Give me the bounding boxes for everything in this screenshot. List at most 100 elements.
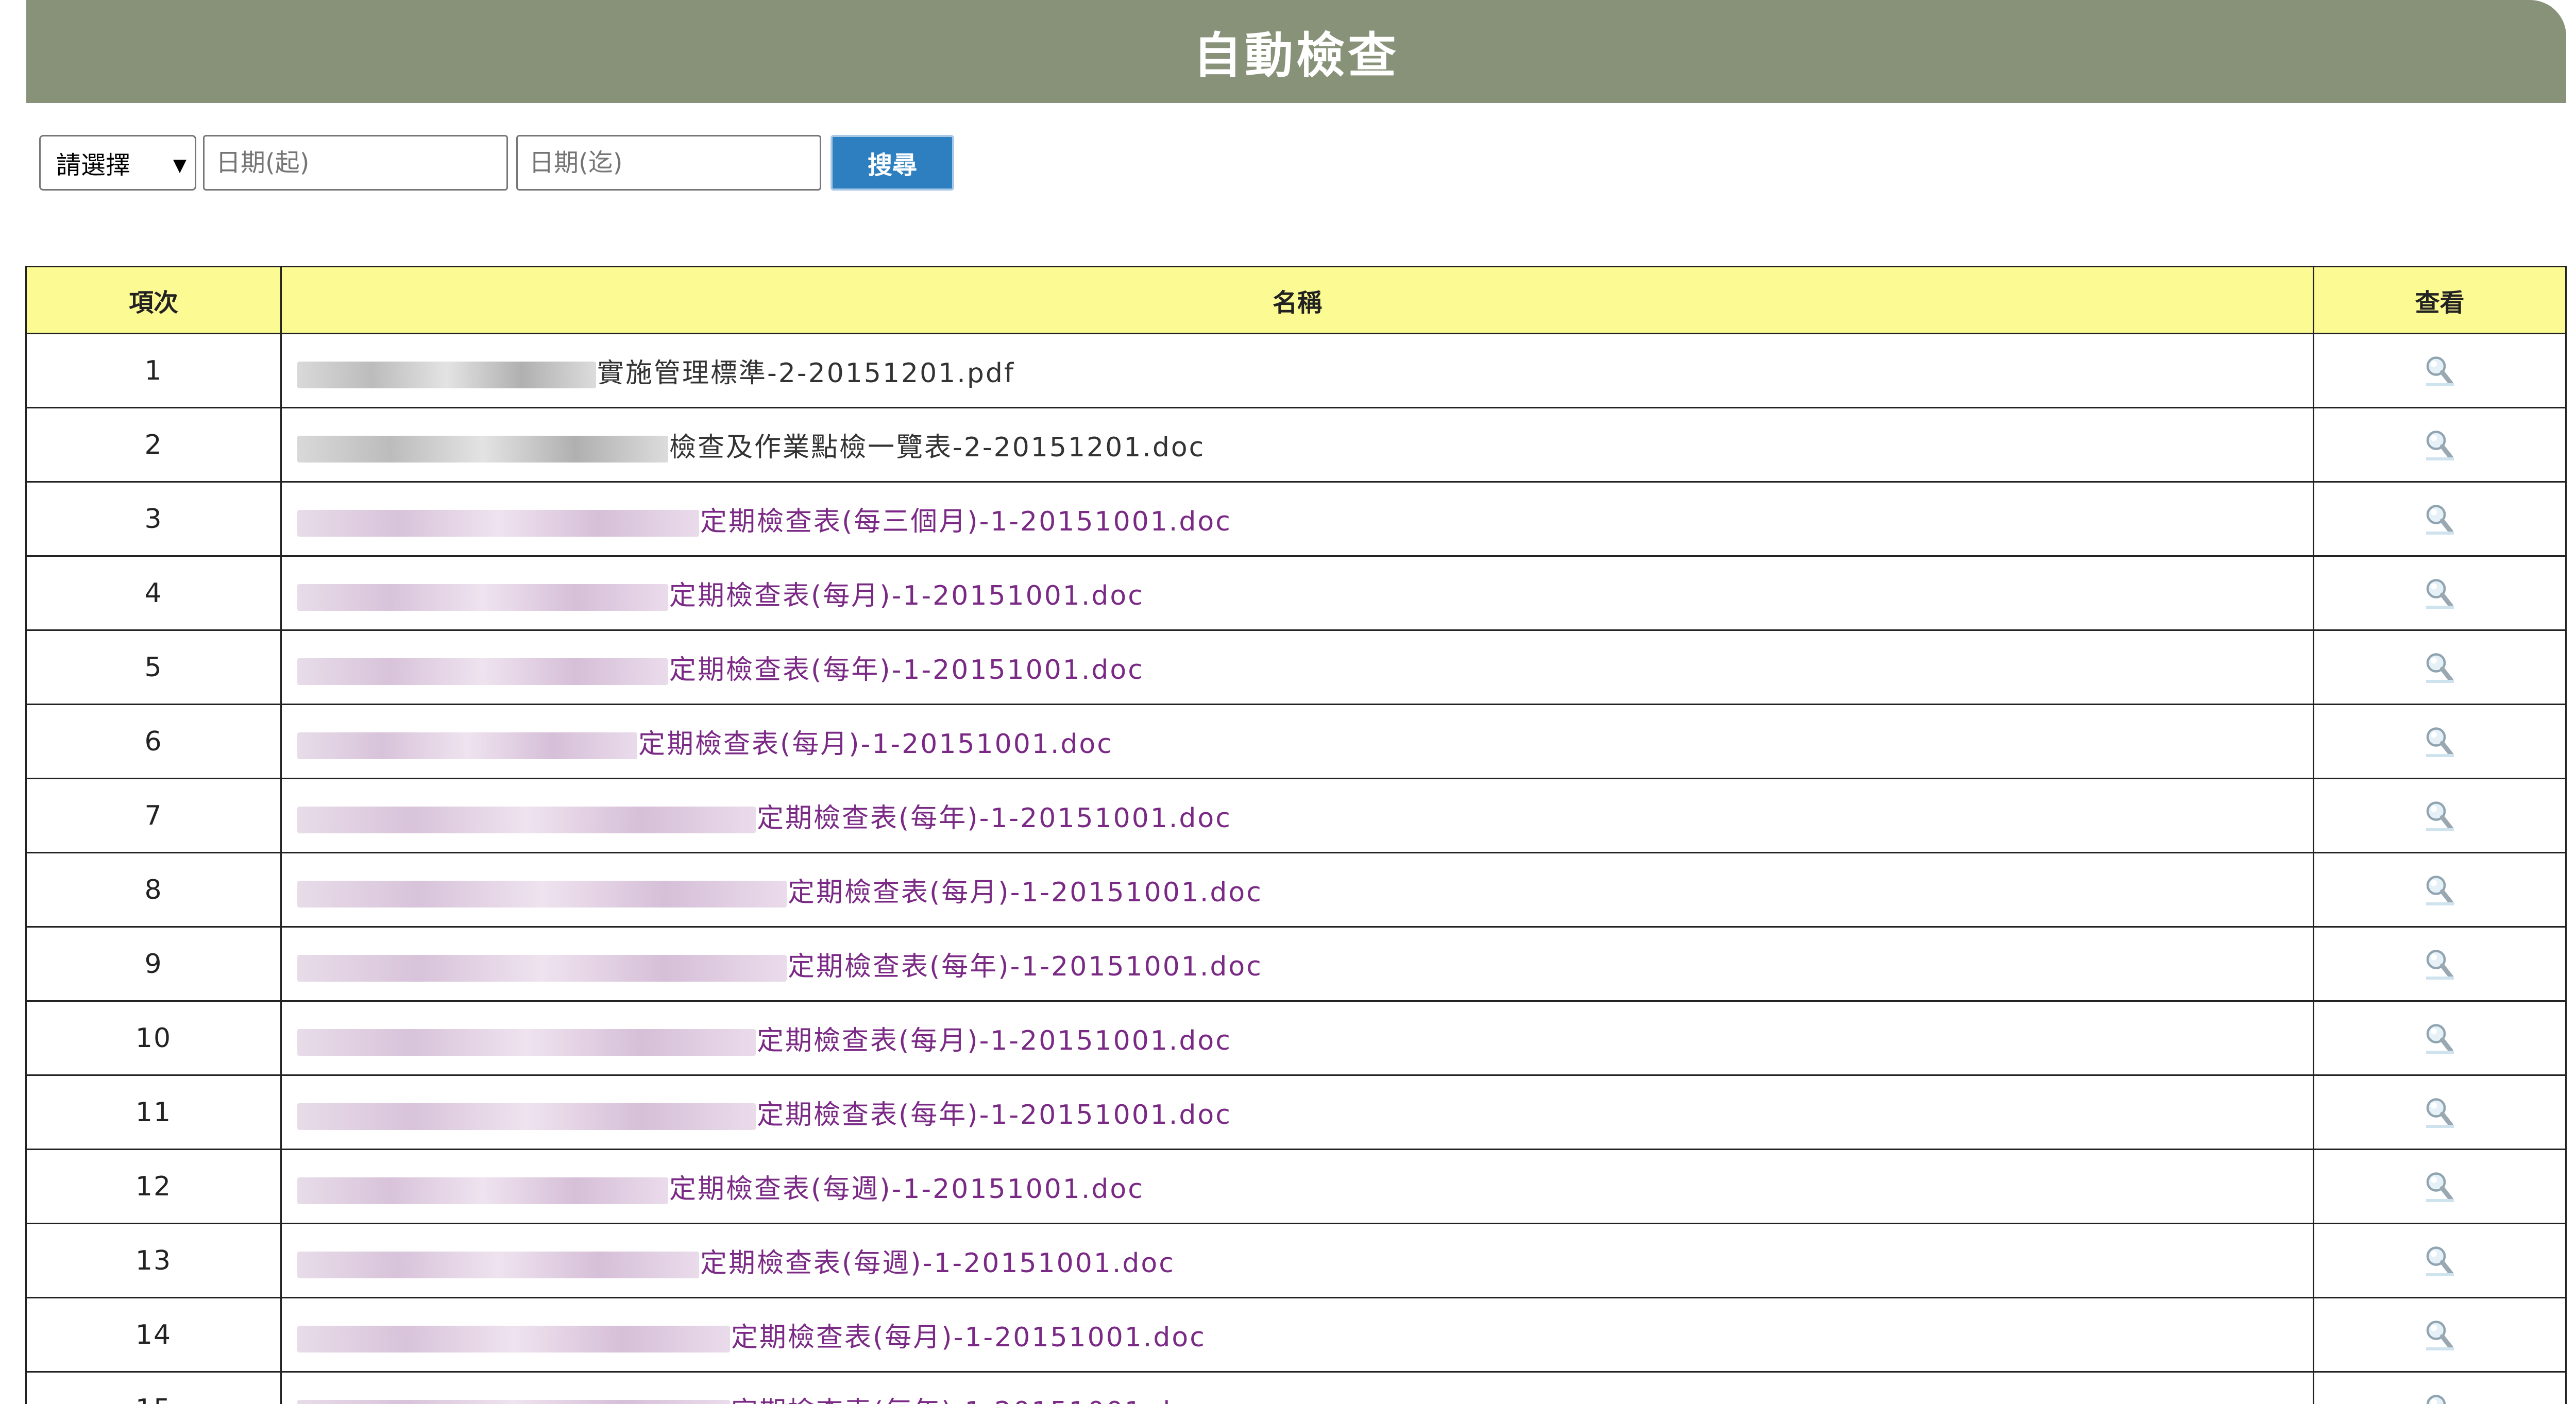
- table-row: 4 定期檢查表(每月)-1-20151001.doc: [25, 555, 2567, 631]
- table-row: 15 定期檢查表(每年)-1-20151001.doc: [25, 1371, 2567, 1404]
- row-name-cell: 定期檢查表(每月)-1-20151001.doc: [280, 1000, 2314, 1076]
- document-link[interactable]: 定期檢查表(每年)-1-20151001.doc: [757, 1100, 1232, 1131]
- row-name-cell: 檢查及作業點檢一覽表-2-20151201.doc: [280, 407, 2314, 483]
- row-index: 5: [25, 629, 282, 705]
- redacted-text: [297, 881, 787, 908]
- header-name: 名稱: [280, 266, 2314, 334]
- redacted-text: [297, 732, 637, 759]
- row-name-cell: 定期檢查表(每三個月)-1-20151001.doc: [280, 481, 2314, 557]
- row-name-cell: 定期檢查表(每月)-1-20151001.doc: [280, 555, 2314, 631]
- row-index: 8: [25, 852, 282, 928]
- document-link[interactable]: 定期檢查表(每月)-1-20151001.doc: [669, 580, 1144, 611]
- row-name-cell: 定期檢查表(每年)-1-20151001.doc: [280, 1074, 2314, 1150]
- table-row: 11 定期檢查表(每年)-1-20151001.doc: [25, 1074, 2567, 1150]
- document-link[interactable]: 定期檢查表(每月)-1-20151001.doc: [788, 877, 1263, 908]
- row-name-cell: 實施管理標準-2-20151201.pdf: [280, 333, 2314, 408]
- document-link[interactable]: 實施管理標準-2-20151201.pdf: [597, 358, 1015, 389]
- redacted-text: [297, 955, 787, 982]
- row-view-cell: [2313, 778, 2567, 853]
- table-row: 6 定期檢查表(每月)-1-20151001.doc: [25, 704, 2567, 779]
- row-index: 11: [25, 1074, 282, 1150]
- document-link[interactable]: 定期檢查表(每月)-1-20151001.doc: [757, 1025, 1232, 1056]
- row-view-cell: [2313, 1297, 2567, 1373]
- row-view-cell: [2313, 1149, 2567, 1224]
- row-view-cell: [2313, 852, 2567, 928]
- row-name-cell: 定期檢查表(每月)-1-20151001.doc: [280, 704, 2314, 779]
- row-view-cell: [2313, 704, 2567, 779]
- magnifier-icon[interactable]: [2425, 725, 2455, 759]
- document-link[interactable]: 定期檢查表(每年)-1-20151001.doc: [669, 655, 1144, 686]
- redacted-text: [297, 1177, 668, 1204]
- row-name-cell: 定期檢查表(每週)-1-20151001.doc: [280, 1223, 2314, 1298]
- document-link[interactable]: 定期檢查表(每週)-1-20151001.doc: [669, 1174, 1144, 1205]
- header-index: 項次: [25, 266, 282, 334]
- table-row: 14 定期檢查表(每月)-1-20151001.doc: [25, 1297, 2567, 1373]
- table-row: 7 定期檢查表(每年)-1-20151001.doc: [25, 778, 2567, 853]
- row-view-cell: [2313, 1371, 2567, 1404]
- document-link[interactable]: 定期檢查表(每月)-1-20151001.doc: [731, 1322, 1206, 1353]
- document-link[interactable]: 定期檢查表(每月)-1-20151001.doc: [638, 729, 1113, 760]
- magnifier-icon[interactable]: [2425, 1244, 2455, 1278]
- row-index: 7: [25, 778, 282, 853]
- magnifier-icon[interactable]: [2425, 576, 2455, 610]
- magnifier-icon[interactable]: [2425, 873, 2455, 907]
- document-link[interactable]: 檢查及作業點檢一覽表-2-20151201.doc: [669, 432, 1205, 463]
- magnifier-icon[interactable]: [2425, 1021, 2455, 1055]
- row-index: 3: [25, 481, 282, 557]
- redacted-text: [297, 807, 756, 833]
- magnifier-icon[interactable]: [2425, 1170, 2455, 1204]
- row-view-cell: [2313, 1223, 2567, 1298]
- redacted-text: [297, 510, 699, 537]
- magnifier-icon[interactable]: [2425, 1392, 2455, 1404]
- document-link[interactable]: 定期檢查表(每三個月)-1-20151001.doc: [700, 506, 1232, 537]
- table-body: 1 實施管理標準-2-20151201.pdf 2 檢查及作業點檢一覽表-2-2015…: [25, 333, 2567, 1404]
- redacted-text: [297, 362, 596, 388]
- header-view: 查看: [2313, 266, 2567, 334]
- row-view-cell: [2313, 1074, 2567, 1150]
- redacted-text: [297, 658, 668, 685]
- row-index: 1: [25, 333, 282, 408]
- row-name-cell: 定期檢查表(每年)-1-20151001.doc: [280, 778, 2314, 853]
- document-link[interactable]: 定期檢查表(每年)-1-20151001.doc: [788, 951, 1263, 982]
- table-row: 8 定期檢查表(每月)-1-20151001.doc: [25, 852, 2567, 928]
- magnifier-icon[interactable]: [2425, 1318, 2455, 1352]
- document-link[interactable]: 定期檢查表(每年)-1-20151001.doc: [757, 803, 1232, 834]
- row-index: 10: [25, 1000, 282, 1076]
- magnifier-icon[interactable]: [2425, 502, 2455, 536]
- page: 自動檢查 請選擇 ▼ 搜尋 項次 名稱 查看 1實施管理標準-2-2015120…: [0, 0, 2576, 1404]
- redacted-text: [297, 1252, 699, 1278]
- magnifier-icon[interactable]: [2425, 354, 2455, 388]
- row-index: 12: [25, 1149, 282, 1224]
- row-index: 14: [25, 1297, 282, 1373]
- row-index: 13: [25, 1223, 282, 1298]
- redacted-text: [297, 436, 668, 463]
- magnifier-icon[interactable]: [2425, 799, 2455, 833]
- redacted-text: [297, 1400, 730, 1404]
- table-row: 5 定期檢查表(每年)-1-20151001.doc: [25, 629, 2567, 705]
- row-view-cell: [2313, 926, 2567, 1002]
- document-link[interactable]: 定期檢查表(每週)-1-20151001.doc: [700, 1248, 1175, 1279]
- row-view-cell: [2313, 1000, 2567, 1076]
- table-header-row: 項次 名稱 查看: [25, 266, 2567, 334]
- magnifier-icon[interactable]: [2425, 1095, 2455, 1129]
- row-index: 6: [25, 704, 282, 779]
- row-index: 2: [25, 407, 282, 483]
- document-link[interactable]: 定期檢查表(每年)-1-20151001.doc: [731, 1396, 1206, 1404]
- table-row: 1 實施管理標準-2-20151201.pdf: [25, 333, 2567, 408]
- magnifier-icon[interactable]: [2425, 650, 2455, 684]
- table-row: 9 定期檢查表(每年)-1-20151001.doc: [25, 926, 2567, 1002]
- redacted-text: [297, 1103, 756, 1130]
- magnifier-icon[interactable]: [2425, 428, 2455, 462]
- row-name-cell: 定期檢查表(每年)-1-20151001.doc: [280, 926, 2314, 1002]
- table-row: 10 定期檢查表(每月)-1-20151001.doc: [25, 1000, 2567, 1076]
- row-name-cell: 定期檢查表(每月)-1-20151001.doc: [280, 852, 2314, 928]
- redacted-text: [297, 1326, 730, 1352]
- document-table: 項次 名稱 查看 1 實施管理標準-2-20151201.pdf 2 檢查及作業點檢一…: [25, 266, 2567, 1404]
- table-row: 12 定期檢查表(每週)-1-20151001.doc: [25, 1149, 2567, 1224]
- row-index: 9: [25, 926, 282, 1002]
- redacted-text: [297, 1029, 756, 1056]
- table-viewport: 項次 名稱 查看 1 實施管理標準-2-20151201.pdf 2 檢查及作業點檢一…: [0, 0, 2576, 1404]
- redacted-text: [297, 584, 668, 611]
- magnifier-icon[interactable]: [2425, 947, 2455, 981]
- row-view-cell: [2313, 555, 2567, 631]
